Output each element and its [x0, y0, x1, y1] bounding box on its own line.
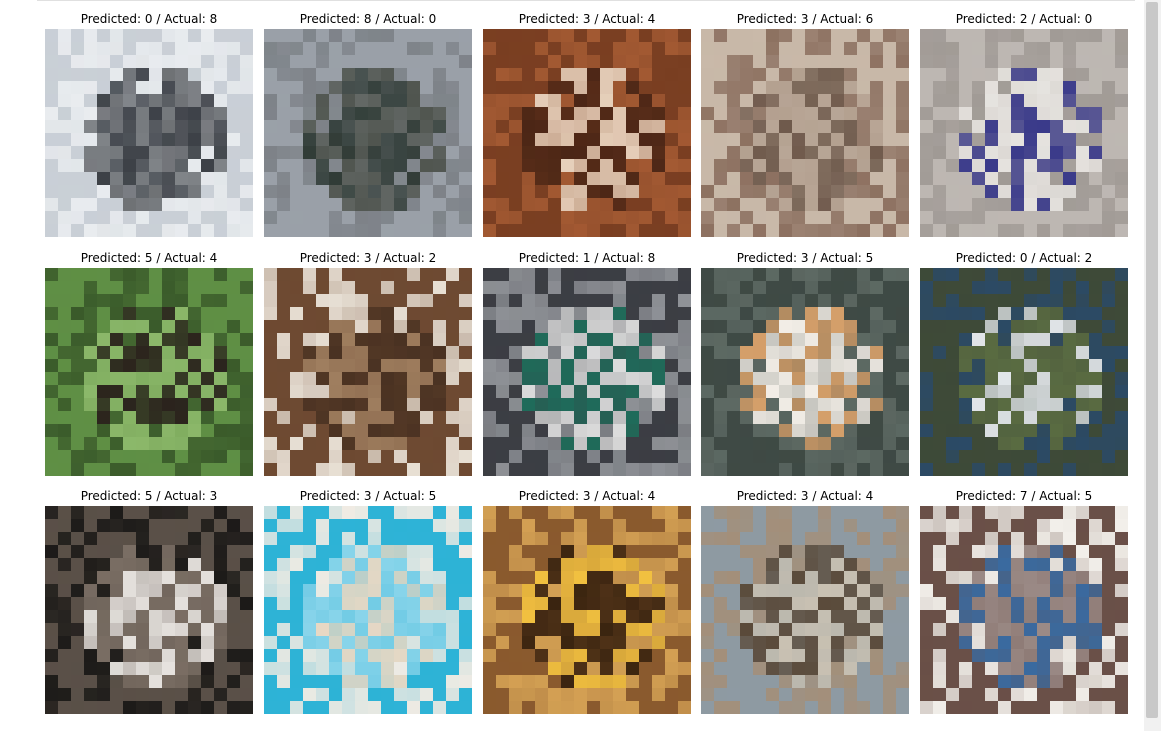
panel-title: Predicted: 0 / Actual: 2 — [955, 251, 1093, 265]
panel-title: Predicted: 3 / Actual: 6 — [736, 12, 874, 26]
panel-image-deer — [483, 29, 691, 237]
panel-image-dog — [701, 268, 909, 476]
prediction-grid-figure: Predicted: 0 / Actual: 8 Predicted: 8 / A… — [0, 0, 1144, 731]
panel-title: Predicted: 3 / Actual: 5 — [736, 251, 874, 265]
panel-image-bird — [920, 268, 1128, 476]
panel-title: Predicted: 7 / Actual: 5 — [955, 489, 1093, 503]
panel-image-frog — [701, 29, 909, 237]
panel-title: Predicted: 3 / Actual: 4 — [518, 12, 656, 26]
panel-title: Predicted: 3 / Actual: 5 — [299, 489, 437, 503]
notebook-output-area: Predicted: 0 / Actual: 8 Predicted: 8 / A… — [0, 0, 1161, 731]
panel-image-ostrich — [264, 268, 472, 476]
panel-title: Predicted: 0 / Actual: 8 — [80, 12, 218, 26]
panel-image-ship — [483, 268, 691, 476]
scrollbar-thumb[interactable] — [1146, 2, 1158, 718]
panel-title: Predicted: 5 / Actual: 3 — [80, 489, 218, 503]
panel-image-horse — [45, 268, 253, 476]
panel-title: Predicted: 2 / Actual: 0 — [955, 12, 1093, 26]
panel-image-cat — [45, 506, 253, 714]
panel-image-deer — [701, 506, 909, 714]
panel-image-deer — [483, 506, 691, 714]
panel-image-airplane — [264, 29, 472, 237]
panel-title: Predicted: 1 / Actual: 8 — [518, 251, 656, 265]
panel-title: Predicted: 8 / Actual: 0 — [299, 12, 437, 26]
panel-image-dog — [920, 506, 1128, 714]
panel-image-ship — [45, 29, 253, 237]
panel-title: Predicted: 5 / Actual: 4 — [80, 251, 218, 265]
panel-image-airplane — [920, 29, 1128, 237]
panel-title: Predicted: 3 / Actual: 4 — [736, 489, 874, 503]
panel-title: Predicted: 3 / Actual: 2 — [299, 251, 437, 265]
panel-title: Predicted: 3 / Actual: 4 — [518, 489, 656, 503]
panel-image-dog — [264, 506, 472, 714]
